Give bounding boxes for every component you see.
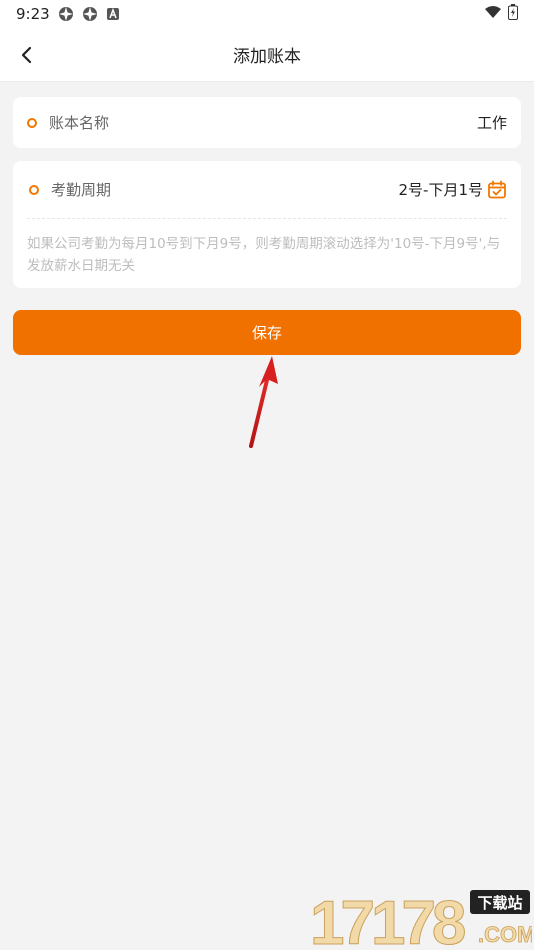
app-icon <box>82 6 98 22</box>
battery-icon <box>508 4 518 24</box>
back-button[interactable] <box>12 40 42 70</box>
status-bar: 9:23 <box>0 0 534 28</box>
app-icon <box>58 6 74 22</box>
bullet-dot-icon <box>27 117 37 128</box>
attendance-cycle-value[interactable]: 2号-下月1号 <box>399 179 484 200</box>
account-name-label: 账本名称 <box>49 114 110 132</box>
status-left: 9:23 <box>16 5 120 23</box>
account-name-left: 账本名称 <box>27 112 109 133</box>
attendance-cycle-row[interactable]: 考勤周期 2号-下月1号 <box>13 161 521 218</box>
chevron-left-icon <box>21 46 32 64</box>
svg-text:17178: 17178 <box>310 889 465 948</box>
attendance-cycle-card: 考勤周期 2号-下月1号 如果公司考勤为每月10号到下月9号，则考勤周期滚动选择… <box>13 161 521 288</box>
status-time: 9:23 <box>16 5 50 23</box>
account-name-row[interactable]: 账本名称 工作 <box>13 97 521 148</box>
wifi-icon <box>484 5 502 23</box>
attendance-cycle-value-wrap[interactable]: 2号-下月1号 <box>399 179 508 200</box>
account-name-card: 账本名称 工作 <box>13 97 521 148</box>
annotation-arrow-icon <box>249 356 278 448</box>
attendance-cycle-hint: 如果公司考勤为每月10号到下月9号，则考勤周期滚动选择为'10号-下月9号',与… <box>27 236 501 274</box>
account-name-value[interactable]: 工作 <box>477 112 507 133</box>
page-title: 添加账本 <box>233 47 301 67</box>
site-watermark-logo: 17178 下载站 .COM <box>310 889 532 949</box>
svg-text:.COM: .COM <box>478 922 532 947</box>
svg-text:下载站: 下载站 <box>477 894 522 912</box>
status-right <box>484 4 518 24</box>
attendance-cycle-label: 考勤周期 <box>51 181 112 199</box>
a-icon <box>106 7 120 21</box>
bullet-dot-icon <box>29 184 39 195</box>
attendance-cycle-left: 考勤周期 <box>29 179 111 200</box>
calendar-icon[interactable] <box>487 180 507 200</box>
save-button[interactable]: 保存 <box>13 310 521 355</box>
nav-bar: 添加账本 <box>0 28 534 82</box>
